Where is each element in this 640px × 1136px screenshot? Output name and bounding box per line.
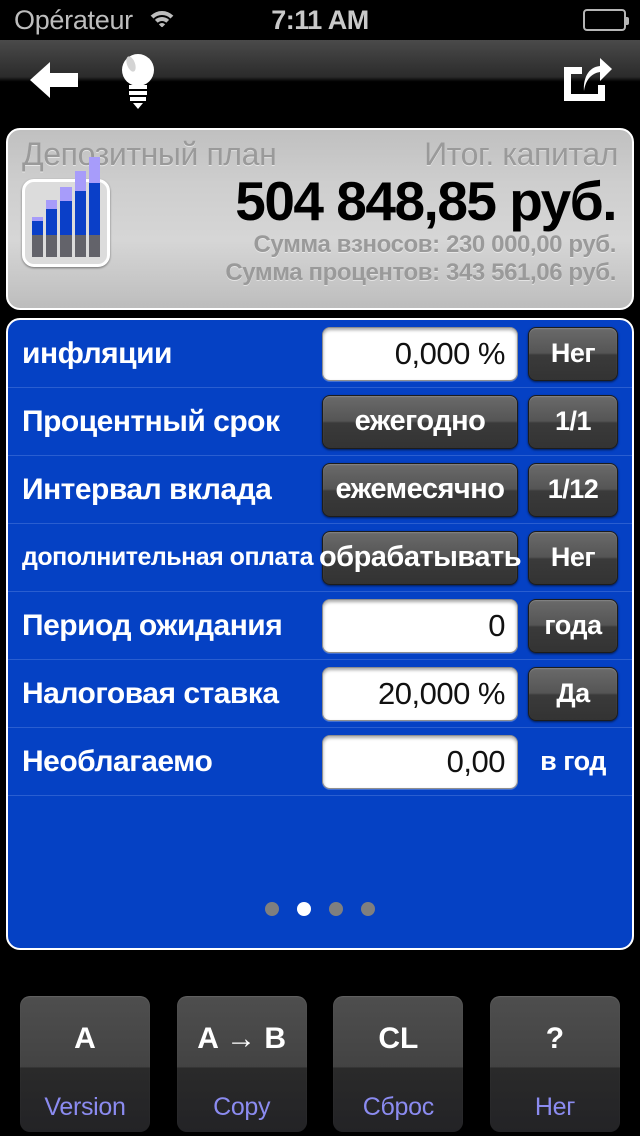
parameter-label: Необлагаемо (22, 744, 213, 778)
action-button-label: Нег (534, 1092, 576, 1121)
parameter-select-button[interactable]: ежегодно (322, 394, 518, 449)
bottom-toolbar: A Version A → B Copy CL Сброс? Нег (0, 960, 640, 1136)
action-button[interactable]: ? Нег (489, 996, 620, 1132)
battery-icon (583, 9, 629, 31)
summary-card-body: 504 848,85 руб. Сумма взносов: 230 000,0… (8, 157, 632, 287)
action-button[interactable]: CL Сброс (333, 996, 464, 1132)
parameter-unit-label: в год (540, 746, 606, 776)
parameter-unit-button[interactable]: 1/12 (528, 462, 618, 517)
contributions-sum: Сумма взносов: 230 000,00 руб. (253, 231, 617, 258)
deposit-plan-title: Депозитный план (22, 136, 277, 172)
action-button-glyph: CL (378, 1022, 419, 1055)
parameter-input[interactable]: 0,000 % (322, 326, 518, 381)
parameter-label: Период ожидания (22, 608, 283, 642)
total-capital-amount: 504 848,85 руб. (235, 170, 617, 232)
parameter-label: дополнительная оплата (22, 543, 313, 571)
parameter-unit-button[interactable]: 1/1 (528, 394, 618, 449)
back-button[interactable] (26, 55, 82, 105)
page-dot[interactable] (297, 902, 311, 916)
parameter-unit-button[interactable]: Нег (528, 530, 618, 585)
action-button-glyph: A (74, 1022, 96, 1055)
hint-button[interactable] (110, 51, 166, 109)
chart-bar (32, 217, 44, 257)
parameter-row: Интервал вклада ежемесячно 1/12 (8, 456, 632, 524)
parameter-select-button[interactable]: ежемесячно (322, 462, 518, 517)
parameter-row: дополнительная оплата обрабатывать Нег (8, 524, 632, 592)
parameter-label: Налоговая ставка (22, 676, 279, 710)
clock-label: 7:11 AM (271, 4, 369, 35)
page-dot[interactable] (265, 902, 279, 916)
total-capital-title: Итог. капитал (424, 136, 618, 172)
bar-chart-icon[interactable] (22, 157, 110, 267)
parameter-row: Процентный срок ежегодно 1/1 (8, 388, 632, 456)
share-icon (564, 58, 612, 101)
summary-values: 504 848,85 руб. Сумма взносов: 230 000,0… (110, 170, 618, 287)
chart-bar (74, 171, 86, 257)
parameter-unit-button[interactable]: Да (528, 666, 618, 721)
parameter-unit-button[interactable]: года (528, 598, 618, 653)
parameter-input[interactable]: 0 (322, 598, 518, 653)
parameter-row: Необлагаемо 0,00 в год (8, 728, 632, 796)
summary-card: Депозитный план Итог. капитал 504 848,85… (6, 128, 634, 310)
action-button-glyph: ? (545, 1022, 565, 1055)
parameter-label: инфляции (22, 336, 172, 370)
chart-bar (46, 200, 58, 257)
interest-sum: Сумма процентов: 343 561,06 руб. (225, 259, 616, 286)
parameter-row: Период ожидания 0 года (8, 592, 632, 660)
share-button[interactable] (558, 55, 614, 105)
parameter-rows: инфляции 0,000 % Нег Процентный срок ежегодн… (8, 320, 632, 796)
parameter-unit-button[interactable]: Нег (528, 326, 618, 381)
lightbulb-icon (122, 54, 154, 109)
page-indicator[interactable] (8, 902, 632, 916)
parameter-label: Процентный срок (22, 404, 280, 438)
action-button-label: Сброс (362, 1092, 434, 1121)
navigation-toolbar (0, 40, 640, 120)
action-button-label: Copy (213, 1092, 271, 1121)
parameter-input[interactable]: 0,00 (322, 734, 518, 789)
page-dot[interactable] (329, 902, 343, 916)
chart-bar (88, 157, 101, 257)
parameter-label: Интервал вклада (22, 472, 272, 506)
action-button[interactable]: A → B Copy (176, 996, 307, 1132)
status-bar: Opérateur 7:11 AM (0, 0, 640, 40)
action-button[interactable]: A Version (20, 996, 150, 1132)
parameter-select-button[interactable]: обрабатывать (319, 530, 522, 585)
back-arrow-icon (30, 62, 78, 98)
action-button-glyph: A → B (197, 1022, 287, 1055)
parameter-row: Налоговая ставка 20,000 % Да (8, 660, 632, 728)
action-button-label: Version (44, 1092, 126, 1121)
parameters-panel: инфляции 0,000 % Нег Процентный срок ежегодн… (6, 318, 634, 950)
summary-card-titles: Депозитный план Итог. капитал (8, 130, 632, 173)
chart-bar (60, 187, 72, 257)
parameter-row: инфляции 0,000 % Нег (8, 320, 632, 388)
page-dot[interactable] (361, 902, 375, 916)
parameter-input[interactable]: 20,000 % (322, 666, 518, 721)
